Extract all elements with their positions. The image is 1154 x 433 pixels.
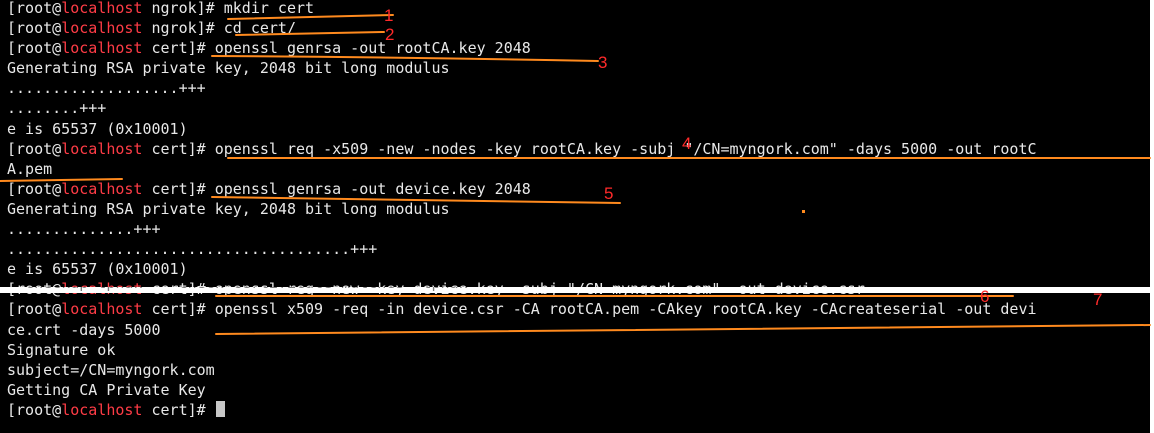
command-text: openssl req -x509 -new -nodes -key rootC… [214,139,1037,158]
output-line: A.pem [7,159,1037,179]
output-text: e is 65537 (0x10001) [7,119,188,138]
output-line: ce.crt -days 5000 [7,320,1037,340]
prompt-directory: cert]# [142,300,215,319]
shell-prompt: [root@localhost cert]# [7,401,215,419]
output-line: ......................................++… [7,239,1037,259]
prompt-hostname: localhost [61,300,143,319]
command-line: [root@localhost cert]# openssl x509 -req… [7,299,1037,319]
output-text: Generating RSA private key, 2048 bit lon… [7,59,450,78]
prompt-directory: ngrok]# [142,19,224,38]
output-text: ..............+++ [7,220,161,239]
command-line: [root@localhost ngrok]# cd cert/ [7,18,1037,38]
output-text: e is 65537 (0x10001) [7,260,188,279]
output-text: ...................+++ [7,79,206,98]
prompt-user: [root@ [7,19,62,38]
output-text: Signature ok [7,340,116,359]
prompt-hostname: localhost [61,39,143,58]
output-text: ......................................++… [7,240,378,259]
prompt-directory: cert]# [142,179,215,198]
terminal-cursor[interactable] [215,400,225,417]
command-text: openssl x509 -req -in device.csr -CA roo… [214,300,1037,319]
prompt-hostname: localhost [61,0,143,17]
prompt-hostname: localhost [61,400,143,419]
prompt-hostname: localhost [61,19,143,38]
output-line: Generating RSA private key, 2048 bit lon… [7,58,1037,78]
command-text: openssl genrsa -out rootCA.key 2048 [214,39,531,58]
output-line: ...................+++ [7,78,1037,98]
command-text: cd cert/ [223,19,296,38]
shell-prompt: [root@localhost ngrok]# [7,19,224,37]
shell-prompt: [root@localhost ngrok]# [7,0,224,17]
command-line: [root@localhost cert]# openssl req -x509… [7,139,1037,159]
output-line: subject=/CN=myngork.com [7,360,1037,380]
prompt-user: [root@ [7,0,62,17]
prompt-user: [root@ [7,400,62,419]
output-line: ........+++ [7,98,1037,118]
command-line: [root@localhost cert]# openssl genrsa -o… [7,179,1037,199]
prompt-user: [root@ [7,300,62,319]
prompt-directory: ngrok]# [142,0,224,17]
command-text: mkdir cert [223,0,315,17]
screenshot-seam: ~ checkup tpnak check certificate mutche… [0,287,1154,293]
output-line: e is 65537 (0x10001) [7,119,1037,139]
output-line: Signature ok [7,340,1037,360]
output-line: Getting CA Private Key [7,380,1037,400]
prompt-directory: cert]# [142,400,215,419]
screenshot: [root@localhost ngrok]# mkdir cert [root@… [0,0,1154,433]
command-text: openssl genrsa -out device.key 2048 [214,179,531,198]
output-line: Generating RSA private key, 2048 bit lon… [7,199,1037,219]
prompt-user: [root@ [7,139,62,158]
command-line: [root@localhost ngrok]# mkdir cert [7,0,1037,18]
terminal-output: [root@localhost ngrok]# mkdir cert [root@… [7,0,1037,420]
prompt-hostname: localhost [61,179,143,198]
prompt-directory: cert]# [142,139,215,158]
prompt-directory: cert]# [142,39,215,58]
shell-prompt: [root@localhost cert]# [7,39,215,57]
output-text: Generating RSA private key, 2048 bit lon… [7,199,450,218]
command-line: [root@localhost cert]# [7,400,1037,420]
output-text: Getting CA Private Key [7,380,206,399]
output-text: ce.crt -days 5000 [7,320,161,339]
shell-prompt: [root@localhost cert]# [7,180,215,198]
output-text: A.pem [7,159,53,178]
command-line: [root@localhost cert]# openssl genrsa -o… [7,38,1037,58]
prompt-user: [root@ [7,179,62,198]
output-line: ..............+++ [7,219,1037,239]
output-text: ........+++ [7,99,107,118]
prompt-user: [root@ [7,39,62,58]
terminal-window[interactable]: [root@localhost ngrok]# mkdir cert [root@… [0,0,1150,433]
shell-prompt: [root@localhost cert]# [7,300,215,318]
seam-ghost-text: ~ checkup tpnak check certificate mutche… [7,287,468,292]
prompt-hostname: localhost [61,139,143,158]
shell-prompt: [root@localhost cert]# [7,140,215,158]
output-line: e is 65537 (0x10001) [7,259,1037,279]
output-text: subject=/CN=myngork.com [7,360,215,379]
